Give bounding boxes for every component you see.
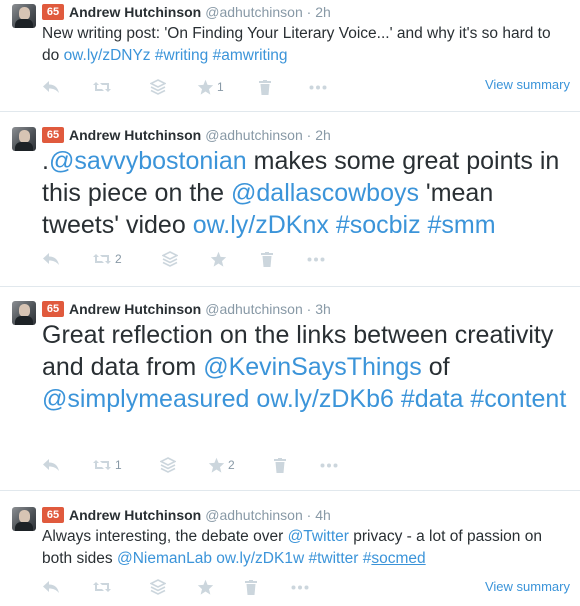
timestamp[interactable]: 3h (315, 301, 331, 317)
reply-icon[interactable] (42, 577, 60, 597)
avatar[interactable] (12, 301, 36, 325)
mention-link[interactable]: @simplymeasured (42, 385, 249, 413)
favorite-count: 2 (228, 458, 235, 473)
hashtag-link[interactable]: #smm (428, 211, 496, 239)
favorite-star-icon[interactable] (197, 577, 217, 597)
hashtag-link[interactable]: #data (401, 385, 464, 413)
timestamp[interactable]: 4h (315, 507, 331, 523)
tweet-text: .@savvybostonian makes some great points… (42, 145, 572, 241)
url-link[interactable]: socmed (371, 550, 425, 567)
more-options-icon[interactable] (291, 577, 309, 597)
tweet-text-segment (329, 211, 336, 239)
tweet-text-segment: of (421, 353, 450, 381)
author-name[interactable]: Andrew Hutchinson (69, 127, 201, 143)
tweet[interactable]: 65 Andrew Hutchinson @adhutchinson · 3h G… (0, 287, 580, 490)
hashtag-link[interactable]: #socbiz (336, 211, 421, 239)
favorite-star-icon[interactable]: 1 (197, 77, 224, 97)
hashtag-link[interactable]: #writing (155, 47, 208, 64)
url-link[interactable]: ow.ly/zDKb6 (256, 385, 394, 413)
separator: · (306, 127, 312, 143)
view-summary-link[interactable]: View summary (485, 77, 570, 93)
retweet-icon[interactable] (92, 577, 115, 597)
tweet-text: Always interesting, the debate over @Twi… (42, 526, 572, 570)
tweet[interactable]: 65 Andrew Hutchinson @adhutchinson · 4h A… (0, 491, 580, 606)
delete-trash-icon[interactable] (245, 577, 257, 597)
mention-link[interactable]: @Twitter (288, 528, 349, 545)
tweet-header: Andrew Hutchinson @adhutchinson · 2h (69, 3, 331, 21)
author-handle[interactable]: @adhutchinson (205, 301, 303, 317)
more-options-icon[interactable] (307, 249, 325, 269)
delete-trash-icon[interactable] (259, 77, 271, 97)
klout-badge: 65 (42, 507, 64, 523)
mention-link[interactable]: @savvybostonian (49, 147, 247, 175)
retweet-count: 2 (115, 252, 122, 267)
buffer-icon[interactable] (159, 455, 177, 475)
more-options-icon[interactable] (320, 455, 338, 475)
avatar[interactable] (12, 507, 36, 531)
url-link[interactable]: ow.ly/zDNYz (64, 47, 151, 64)
mention-link[interactable]: @KevinSaysThings (203, 353, 422, 381)
reply-icon[interactable] (42, 455, 60, 475)
buffer-icon[interactable] (149, 77, 167, 97)
klout-badge: 65 (42, 127, 64, 143)
tweet[interactable]: 65 Andrew Hutchinson @adhutchinson · 2h .… (0, 112, 580, 286)
timestamp[interactable]: 2h (315, 127, 331, 143)
tweet[interactable]: 65 Andrew Hutchinson @adhutchinson · 2h N… (0, 0, 580, 111)
favorite-count: 1 (217, 80, 224, 95)
separator: · (306, 4, 312, 20)
separator: · (306, 301, 312, 317)
author-name[interactable]: Andrew Hutchinson (69, 507, 201, 523)
mention-link[interactable]: @dallascowboys (231, 179, 419, 207)
buffer-icon[interactable] (161, 249, 179, 269)
tweet-text: Great reflection on the links between cr… (42, 319, 572, 415)
tweet-header: Andrew Hutchinson @adhutchinson · 3h (69, 300, 331, 318)
delete-trash-icon[interactable] (274, 455, 286, 475)
tweet-text-segment: Always interesting, the debate over (42, 528, 288, 545)
avatar[interactable] (12, 4, 36, 28)
delete-trash-icon[interactable] (261, 249, 273, 269)
favorite-star-icon[interactable]: 2 (208, 455, 235, 475)
klout-badge: 65 (42, 301, 64, 317)
tweet-text: New writing post: 'On Finding Your Liter… (42, 23, 572, 67)
separator: · (306, 507, 312, 523)
tweet-text-segment (421, 211, 428, 239)
tweet-header: Andrew Hutchinson @adhutchinson · 4h (69, 506, 331, 524)
tweet-text-segment (394, 385, 401, 413)
view-summary-link[interactable]: View summary (485, 579, 570, 595)
hashtag-link[interactable]: #amwriting (213, 47, 288, 64)
reply-icon[interactable] (42, 249, 60, 269)
avatar[interactable] (12, 127, 36, 151)
author-name[interactable]: Andrew Hutchinson (69, 4, 201, 20)
url-link[interactable]: ow.ly/zDK1w (216, 550, 304, 567)
retweet-icon[interactable] (92, 77, 115, 97)
more-options-icon[interactable] (309, 77, 327, 97)
retweet-icon[interactable]: 2 (92, 249, 122, 269)
retweet-icon[interactable]: 1 (92, 455, 122, 475)
author-handle[interactable]: @adhutchinson (205, 507, 303, 523)
author-name[interactable]: Andrew Hutchinson (69, 301, 201, 317)
retweet-count: 1 (115, 458, 122, 473)
mention-link[interactable]: @NiemanLab (117, 550, 212, 567)
reply-icon[interactable] (42, 77, 60, 97)
hashtag-link[interactable]: #content (470, 385, 566, 413)
tweet-text-segment: . (42, 147, 49, 175)
timestamp[interactable]: 2h (315, 4, 331, 20)
author-handle[interactable]: @adhutchinson (205, 4, 303, 20)
tweet-header: Andrew Hutchinson @adhutchinson · 2h (69, 126, 331, 144)
hashtag-link[interactable]: #twitter (308, 550, 358, 567)
url-link[interactable]: ow.ly/zDKnx (193, 211, 329, 239)
buffer-icon[interactable] (149, 577, 167, 597)
klout-badge: 65 (42, 4, 64, 20)
author-handle[interactable]: @adhutchinson (205, 127, 303, 143)
favorite-star-icon[interactable] (210, 249, 230, 269)
